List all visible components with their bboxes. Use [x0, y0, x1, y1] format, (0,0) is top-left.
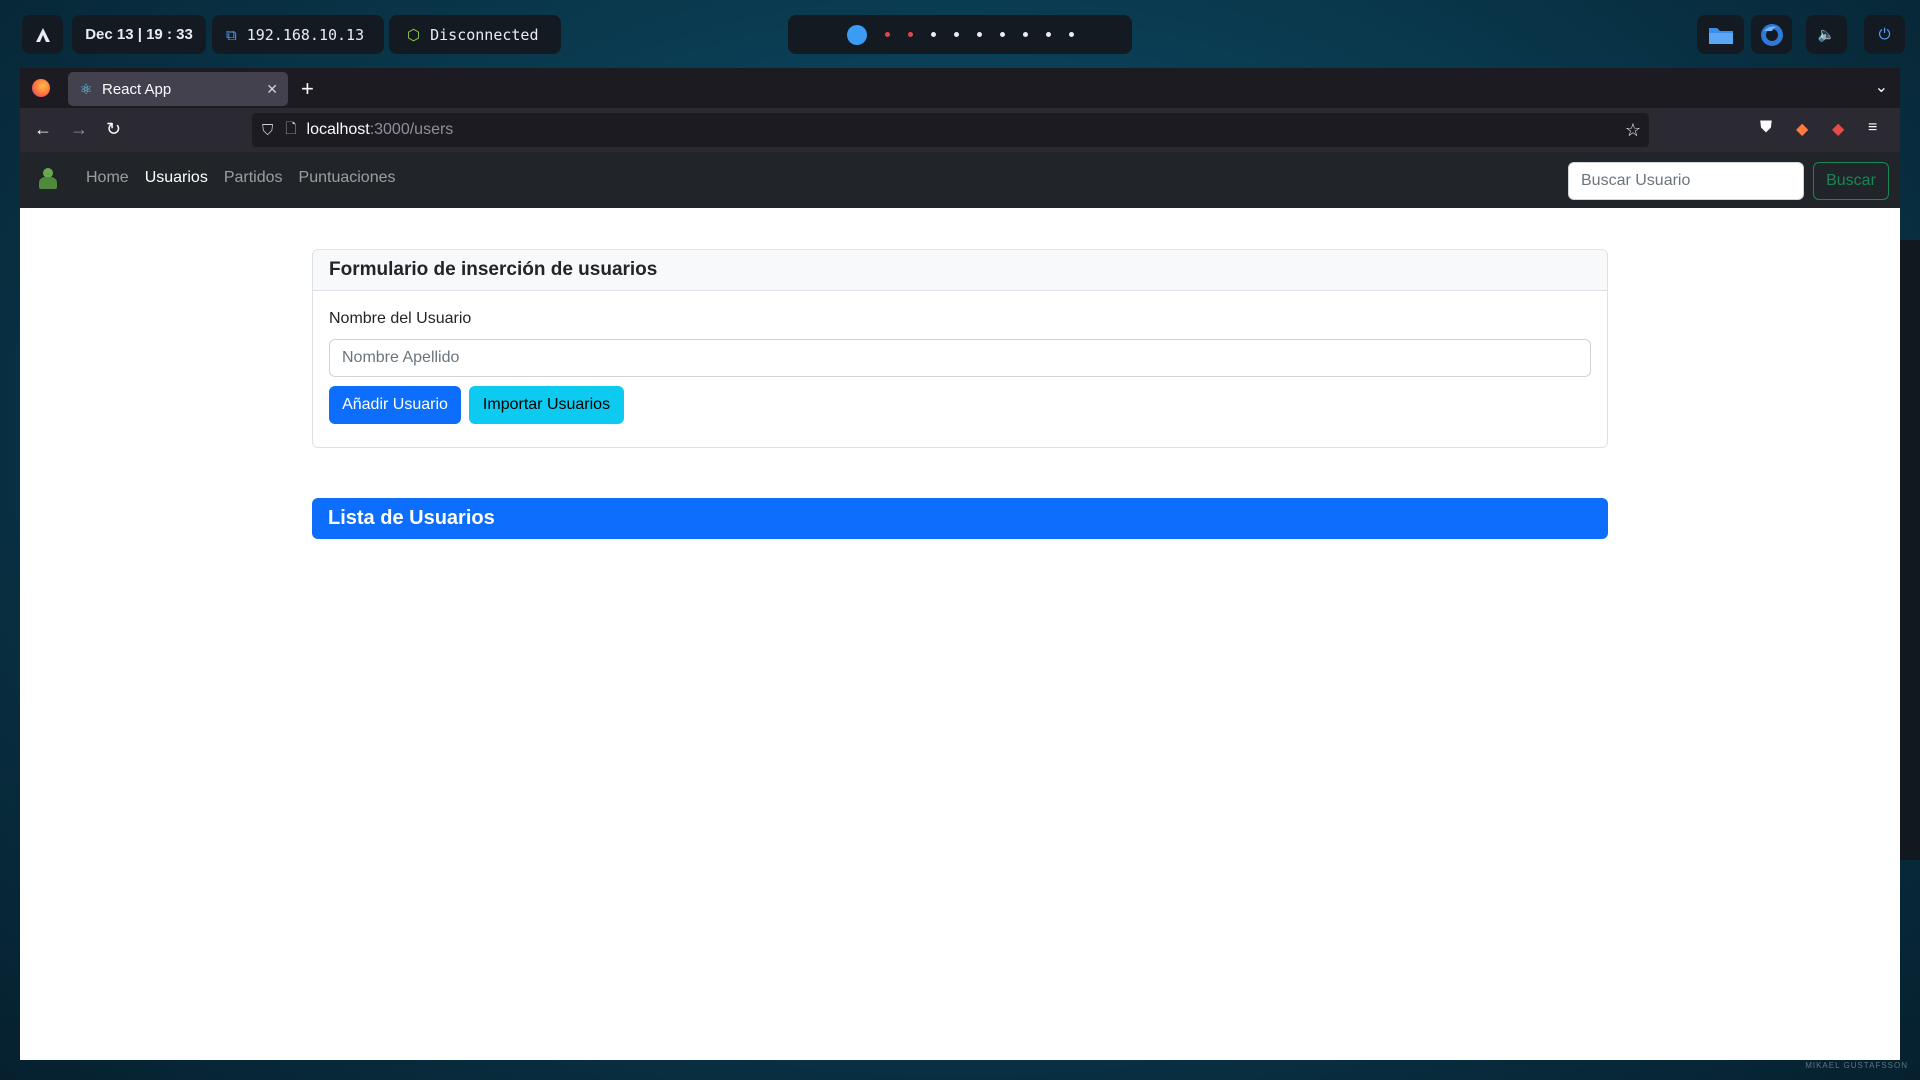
bookmark-star-icon[interactable]: ☆	[1625, 120, 1641, 141]
chevron-down-icon[interactable]: ⌄	[1875, 77, 1888, 97]
user-name-input[interactable]	[329, 339, 1591, 377]
vpn-status-label: Disconnected	[430, 25, 539, 44]
tab-react-app[interactable]: ⚛ React App ✕	[68, 72, 288, 106]
nav-links: Home Usuarios Partidos Puntuaciones	[86, 169, 396, 187]
vpn-status[interactable]: ⬡ Disconnected	[389, 15, 561, 54]
new-tab-icon[interactable]: +	[301, 76, 314, 102]
workspace-8[interactable]	[1022, 32, 1028, 37]
network-icon: ⧉	[226, 25, 237, 44]
background-terminal-peek	[1900, 240, 1920, 860]
add-user-button[interactable]: Añadir Usuario	[329, 386, 461, 424]
app-navbar: Home Usuarios Partidos Puntuaciones Busc…	[20, 152, 1900, 208]
arch-logo-icon[interactable]	[22, 15, 63, 54]
react-favicon-icon: ⚛	[79, 81, 93, 97]
power-icon[interactable]: ⏻	[1864, 15, 1905, 54]
shield-icon[interactable]: ⛉	[262, 122, 273, 139]
workspace-10[interactable]	[1068, 32, 1074, 37]
reload-icon[interactable]: ↻	[106, 119, 121, 140]
nav-link-home[interactable]: Home	[86, 169, 129, 187]
wallpaper-credit: MIKAEL GUSTAFSSON	[1805, 1061, 1908, 1070]
clock: Dec 13 | 19 : 33	[72, 15, 206, 54]
nav-link-puntuaciones[interactable]: Puntuaciones	[299, 169, 396, 187]
url-path: :3000/users	[369, 121, 454, 138]
workspace-5[interactable]	[953, 32, 959, 37]
firefox-launcher-icon[interactable]	[1751, 15, 1792, 54]
extension-red-icon[interactable]: ◆	[1832, 119, 1844, 139]
ip-address: 192.168.10.13	[246, 25, 365, 44]
workspace-9[interactable]	[1045, 32, 1051, 37]
page-viewport: Home Usuarios Partidos Puntuaciones Busc…	[20, 152, 1900, 1060]
workspace-6[interactable]	[976, 32, 982, 37]
user-list-header: Lista de Usuarios	[312, 498, 1608, 539]
volume-icon[interactable]: 🔈	[1806, 15, 1847, 54]
search-user-input[interactable]	[1568, 162, 1804, 200]
file-manager-icon[interactable]	[1697, 15, 1744, 54]
nav-link-usuarios[interactable]: Usuarios	[145, 169, 208, 187]
network-ip: ⧉ 192.168.10.13	[212, 15, 384, 54]
forward-arrow-icon[interactable]: →	[70, 119, 88, 140]
nav-link-partidos[interactable]: Partidos	[224, 169, 283, 187]
firefox-window: ⚛ React App ✕ + ⌄ ← → ↻ ⛉ 🗋 localhost:30…	[20, 68, 1900, 1060]
vpn-cube-icon: ⬡	[407, 25, 421, 44]
extension-fox-icon[interactable]: ◆	[1796, 119, 1808, 139]
url-host: localhost	[306, 121, 370, 138]
hamburger-menu-icon[interactable]: ≡	[1868, 119, 1877, 137]
tab-bar: ⚛ React App ✕ + ⌄	[20, 68, 1900, 108]
close-tab-icon[interactable]: ✕	[266, 81, 278, 98]
workspace-2[interactable]	[884, 32, 890, 37]
browser-toolbar: ← → ↻ ⛉ 🗋 localhost:3000/users ☆ ⛊ ◆ ◆ ≡	[20, 108, 1900, 152]
name-label: Nombre del Usuario	[329, 310, 472, 327]
back-arrow-icon[interactable]: ←	[34, 119, 52, 140]
page-icon[interactable]: 🗋	[285, 118, 296, 142]
search-button[interactable]: Buscar	[1813, 162, 1889, 200]
tab-title: React App	[102, 80, 172, 98]
system-top-bar: Dec 13 | 19 : 33 ⧉ 192.168.10.13 ⬡ Disco…	[0, 0, 1920, 64]
workspace-1[interactable]	[846, 24, 867, 45]
url-bar[interactable]: ⛉ 🗋 localhost:3000/users ☆	[252, 113, 1649, 147]
form-card-title: Formulario de inserción de usuarios	[313, 250, 1607, 291]
user-form-card: Formulario de inserción de usuarios Nomb…	[312, 249, 1608, 448]
import-users-button[interactable]: Importar Usuarios	[469, 386, 624, 424]
workspace-switcher	[788, 15, 1132, 54]
firefox-view-icon[interactable]	[32, 79, 50, 97]
workspace-3[interactable]	[907, 32, 913, 37]
workspace-4[interactable]	[930, 32, 936, 37]
workspace-7[interactable]	[999, 32, 1005, 37]
brand-logo-icon[interactable]	[36, 166, 60, 192]
pocket-icon[interactable]: ⛊	[1760, 119, 1772, 137]
